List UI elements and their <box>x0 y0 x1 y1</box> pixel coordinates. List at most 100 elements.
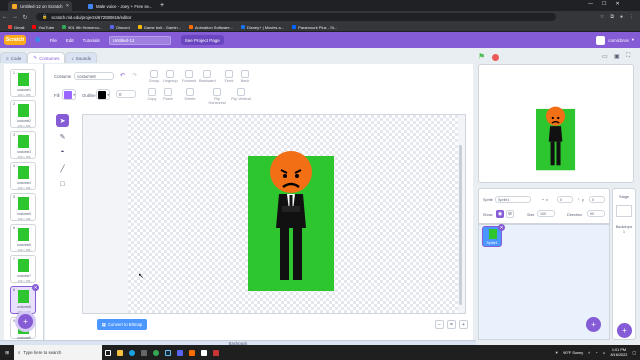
rectangle-tool[interactable]: □ <box>56 178 69 191</box>
tab-costumes[interactable]: ✎ Costumes <box>27 52 66 63</box>
costume-tile[interactable]: 7 costume7 109 x 186 <box>10 255 36 283</box>
language-globe-icon[interactable]: 🌐 <box>35 37 41 43</box>
browser-tab-scratch[interactable]: Untitled-12 on Scratch ✕ <box>8 1 72 11</box>
fill-color-picker[interactable]: ▾ <box>62 89 76 100</box>
flip-vertical-button[interactable]: Flip Vertical <box>231 88 251 101</box>
green-flag-icon[interactable]: ⚑ <box>478 52 485 61</box>
browser-tab-voice[interactable]: Male voice - Joey + Free se... ✕ <box>84 1 154 11</box>
file-menu[interactable]: File <box>50 38 57 43</box>
ungroup-button[interactable]: Ungroup <box>163 70 178 83</box>
stage-target-pane[interactable]: Stage Backdrops 1 + <box>612 188 636 340</box>
user-menu[interactable]: comicbros ▾ <box>596 35 634 45</box>
forward-button[interactable]: Forward <box>182 70 196 83</box>
stage-sprite[interactable] <box>536 103 576 173</box>
small-stage-icon[interactable]: ▭ <box>602 53 608 60</box>
app-icon[interactable] <box>186 345 198 360</box>
url-input[interactable]: 🔒 scratch.mit.edu/projects/672080616/edi… <box>36 13 556 21</box>
zoom-out-button[interactable]: − <box>435 320 444 329</box>
outline-width-input[interactable]: 0 <box>116 90 136 98</box>
bookmark-gmail[interactable]: Gmail <box>8 25 24 30</box>
fill-tool[interactable]: ◓ <box>56 146 69 159</box>
project-title-input[interactable]: Untitled-12 <box>108 35 171 45</box>
undo-icon[interactable]: ↶ <box>120 72 125 79</box>
weather-text[interactable]: 90°F Sunny <box>563 351 583 355</box>
bookmark-youtube[interactable]: YouTube <box>32 25 54 30</box>
costume-tile[interactable]: 3 costume3 109 x 186 <box>10 131 36 159</box>
chrome-icon[interactable] <box>150 345 162 360</box>
sprite-tile-selected[interactable]: Sprite1 ✕ <box>482 224 505 247</box>
forward-arrow-icon[interactable]: → <box>10 14 20 20</box>
steam-icon[interactable] <box>162 345 174 360</box>
costume-tile[interactable]: 4 costume4 109 x 186 <box>10 162 36 190</box>
star-icon[interactable]: ☆ <box>600 14 604 20</box>
tutorials-menu[interactable]: Tutorials <box>83 38 100 43</box>
taskview-icon[interactable] <box>102 345 114 360</box>
back-button[interactable]: Back <box>238 70 252 83</box>
backward-button[interactable]: Backward <box>199 70 216 83</box>
scratch-logo[interactable]: Scratch <box>4 35 26 45</box>
brush-tool[interactable]: ✎ <box>56 130 69 143</box>
direction-input[interactable]: 90 <box>587 210 605 217</box>
clock[interactable]: 1:01 PM 8/16/2022 <box>611 348 628 358</box>
select-tool[interactable]: ➤ <box>56 114 69 127</box>
edit-menu[interactable]: Edit <box>66 38 74 43</box>
new-tab-button[interactable]: + <box>160 1 164 10</box>
edge-icon[interactable] <box>126 345 138 360</box>
menu-dots-icon[interactable]: ⋮ <box>629 14 634 20</box>
costume-tile[interactable]: 5 costume5 109 x 186 <box>10 193 36 221</box>
maximize-icon[interactable]: ☐ <box>602 1 606 7</box>
paste-button[interactable]: Paste <box>161 88 175 101</box>
bookmark-gamebolt[interactable]: Game bolt - Gamin... <box>137 25 181 30</box>
delete-button[interactable]: Delete <box>183 88 197 101</box>
bookmark-animation[interactable]: Animation Software... <box>188 25 233 30</box>
discord-icon[interactable] <box>174 345 186 360</box>
see-project-page-button[interactable]: See Project Page <box>180 35 224 45</box>
outline-color-picker[interactable]: ▾ <box>96 89 110 100</box>
wifi-icon[interactable]: ◔ <box>595 351 597 355</box>
reload-icon[interactable]: ↻ <box>20 14 30 21</box>
taskbar-search-input[interactable]: ⌕ Type here to search <box>14 345 102 360</box>
app-icon[interactable] <box>198 345 210 360</box>
group-button[interactable]: Group <box>147 70 161 83</box>
delete-costume-icon[interactable]: ✕ <box>32 284 39 291</box>
line-tool[interactable]: ╱ <box>56 162 69 175</box>
redo-icon[interactable]: ↷ <box>132 72 137 79</box>
back-arrow-icon[interactable]: ← <box>0 14 10 20</box>
tab-sounds[interactable]: ♪ Sounds <box>65 52 97 63</box>
bookmark-discord[interactable]: Discord <box>110 25 130 30</box>
costume-tile-selected[interactable]: 8 costume8 109 x 186 ✕ <box>10 284 39 314</box>
costume-tile[interactable]: 2 costume2 109 x 186 <box>10 100 36 128</box>
explorer-icon[interactable] <box>114 345 126 360</box>
close-icon[interactable]: ✕ <box>66 3 70 9</box>
tab-code[interactable]: ≡ Code <box>0 52 28 63</box>
bookmark-disney[interactable]: Disney+ | Movies a... <box>240 25 284 30</box>
minimize-icon[interactable]: — <box>588 1 593 7</box>
y-input[interactable]: 0 <box>589 196 605 203</box>
extensions-icon[interactable]: ⧉ <box>610 14 614 20</box>
show-visible-icon[interactable]: ◉ <box>496 210 504 218</box>
store-icon[interactable] <box>138 345 150 360</box>
bookmark-homeroom[interactable]: 901 9th Homerco... <box>62 25 102 30</box>
sprite-name-input[interactable]: Sprite1 <box>495 196 531 203</box>
x-input[interactable]: 0 <box>557 196 573 203</box>
size-input[interactable]: 100 <box>537 210 555 217</box>
notification-icon[interactable]: ▢ <box>632 350 636 355</box>
volume-icon[interactable]: ♫ <box>603 351 606 355</box>
delete-sprite-icon[interactable]: ✕ <box>498 224 505 231</box>
costume-name-input[interactable]: costume8 <box>74 72 114 80</box>
zoom-reset-button[interactable]: = <box>447 320 456 329</box>
fullscreen-icon[interactable]: ⛶ <box>626 53 630 60</box>
windows-start-icon[interactable]: ⊞ <box>0 345 14 360</box>
flip-horizontal-button[interactable]: Flip Horizontal <box>205 88 229 105</box>
bookmark-paramount[interactable]: Paramount Plus - St... <box>292 25 337 30</box>
large-stage-icon[interactable]: ▣ <box>614 53 620 60</box>
vertical-scrollbar[interactable] <box>459 145 462 305</box>
copy-button[interactable]: Copy <box>145 88 159 101</box>
zoom-in-button[interactable]: + <box>459 320 468 329</box>
convert-to-bitmap-button[interactable]: ▦ Convert to Bitmap <box>97 319 147 330</box>
add-backdrop-button[interactable]: + <box>617 323 632 338</box>
stop-sign-icon[interactable] <box>492 54 499 61</box>
costume-tile[interactable]: 1 costume1 109 x 186 <box>10 69 36 97</box>
add-costume-button[interactable]: + <box>18 314 33 329</box>
costume-tile[interactable]: 6 costume6 109 x 186 <box>10 224 36 252</box>
